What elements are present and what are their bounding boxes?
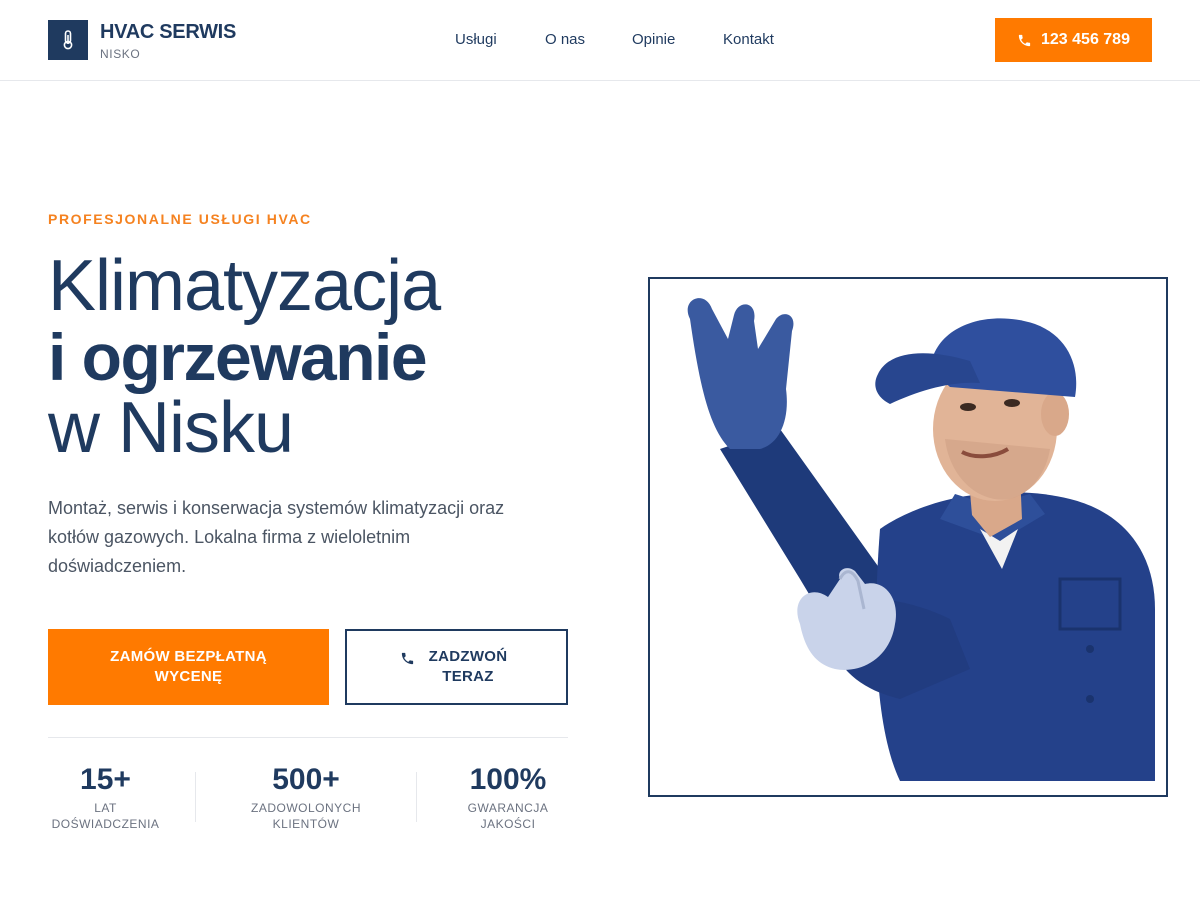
stat-separator — [195, 772, 196, 822]
header-phone-label: 123 456 789 — [1041, 31, 1130, 48]
hero-image — [648, 277, 1168, 797]
nav-link-uslugi[interactable]: Usługi — [455, 31, 497, 48]
stat-value: 100% — [469, 763, 547, 796]
hero-description: Montaż, serwis i konserwacja systemów kl… — [48, 498, 505, 576]
stats-divider — [48, 737, 568, 738]
phone-icon — [1018, 34, 1031, 46]
header-phone-button[interactable]: 123 456 789 — [995, 18, 1152, 62]
stat-separator — [416, 772, 417, 822]
stat-quality: 100% GWARANCJA JAKOŚCI — [458, 762, 558, 832]
logo[interactable] — [48, 20, 88, 60]
site-header: HVAC SERWIS NISKO Usługi O nas Opinie Ko… — [0, 0, 1200, 81]
nav-link-o-nas[interactable]: O nas — [545, 31, 585, 48]
brand-location: NISKO — [100, 47, 141, 61]
stat-label: ZADOWOLONYCH KLIENTÓW — [250, 801, 361, 831]
phone-icon — [401, 652, 414, 664]
hero-title-line2: i ogrzewanie — [48, 320, 428, 394]
thermometer-icon — [63, 30, 73, 50]
hero-title-line3: w Nisku — [48, 388, 294, 468]
stat-label: GWARANCJA JAKOŚCI — [467, 801, 549, 831]
nav-link-kontakt[interactable]: Kontakt — [723, 31, 774, 48]
stat-label: LAT DOŚWIADCZENIA — [51, 801, 160, 831]
call-now-button[interactable]: ZADZWOŃ TERAZ — [345, 629, 568, 705]
nav-link-opinie[interactable]: Opinie — [632, 31, 675, 48]
brand-name[interactable]: HVAC SERWIS — [100, 21, 236, 44]
stat-value: 15+ — [80, 763, 131, 796]
hero-title-line1: Klimatyzacja — [48, 246, 441, 326]
request-quote-button[interactable]: ZAMÓW BEZPŁATNĄ WYCENĘ — [48, 629, 329, 705]
hero-title: Klimatyzacja i ogrzewanie w Nisku — [48, 246, 441, 468]
stat-experience: 15+ LAT DOŚWIADCZENIA — [48, 762, 163, 832]
hero-eyebrow: PROFESJONALNE USŁUGI HVAC — [48, 211, 312, 227]
call-now-label: ZADZWOŃ TERAZ — [428, 648, 508, 685]
technician-illustration — [687, 298, 1155, 781]
stat-clients: 500+ ZADOWOLONYCH KLIENTÓW — [250, 762, 362, 832]
stat-value: 500+ — [272, 763, 340, 796]
